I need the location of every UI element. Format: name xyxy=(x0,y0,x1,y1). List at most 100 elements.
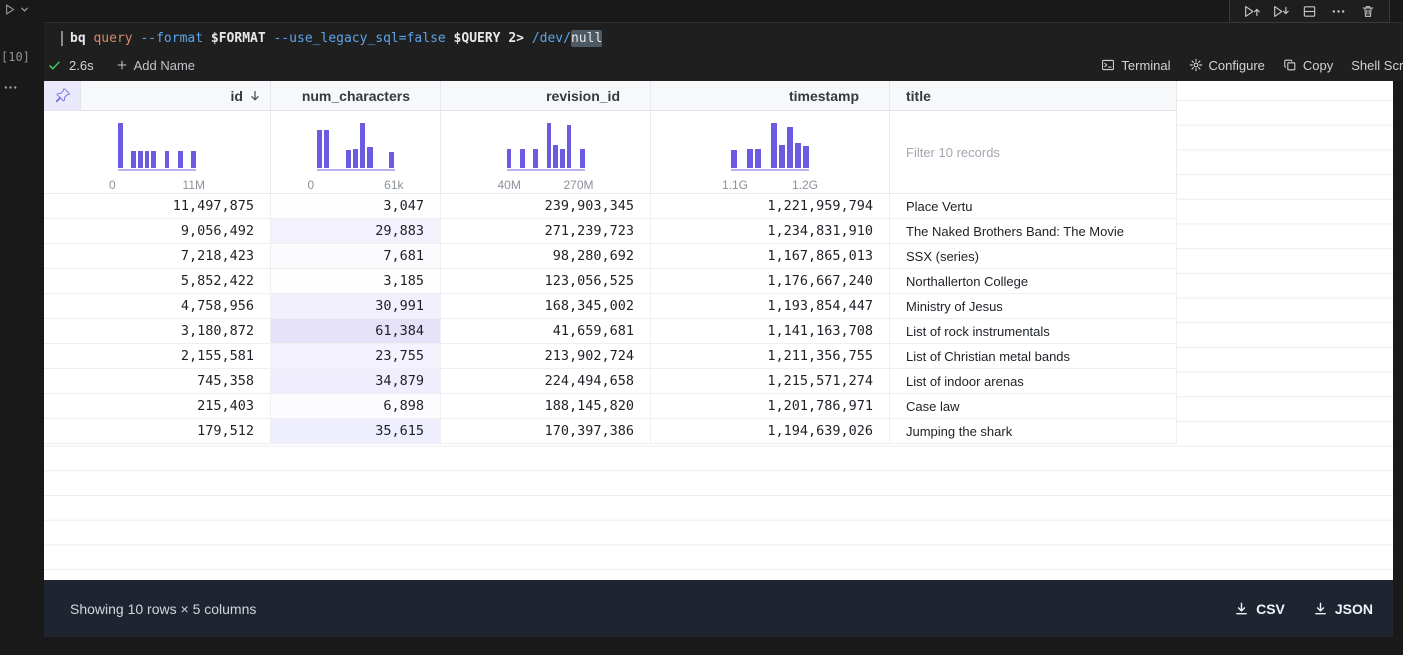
cell-timestamp: 1,194,639,026 xyxy=(651,419,890,443)
cell-title: List of indoor arenas xyxy=(890,369,1177,393)
column-header-id[interactable]: id xyxy=(81,81,271,110)
histogram-bar xyxy=(352,149,359,168)
action-label: Terminal xyxy=(1121,57,1171,73)
cell-title: List of rock instrumentals xyxy=(890,319,1177,343)
run-above-icon xyxy=(1243,4,1260,19)
cell-id: 5,852,422 xyxy=(44,269,271,293)
histogram-bar xyxy=(755,149,761,168)
run-below-button[interactable] xyxy=(1266,1,1295,22)
histogram-bar xyxy=(178,151,183,168)
table-row: 745,358 34,879 224,494,658 1,215,571,274 Lis… xyxy=(44,369,1177,394)
table-row: 5,852,422 3,185 123,056,525 1,176,667,240 No… xyxy=(44,269,1177,294)
action-shell-script[interactable]: Shell Script xyxy=(1351,58,1403,73)
histogram-num_characters: 0 61k xyxy=(308,123,404,192)
split-cell-icon xyxy=(1302,4,1317,19)
cell-title: Case law xyxy=(890,394,1177,418)
cell-num_characters: 30,991 xyxy=(271,294,441,318)
histogram-bars xyxy=(316,123,395,168)
download-csv-button[interactable]: CSV xyxy=(1234,601,1285,617)
command-token: $QUERY xyxy=(445,30,501,46)
histogram-bar xyxy=(164,151,170,168)
histogram-range-labels: 0 11M xyxy=(109,178,205,192)
histogram-bar xyxy=(771,123,777,168)
column-label: revision_id xyxy=(546,87,620,104)
code-cell: bq query --format $FORMAT --use_legacy_s… xyxy=(44,22,1403,81)
cell-title: SSX (series) xyxy=(890,244,1177,268)
download-label: JSON xyxy=(1334,600,1373,617)
filter-cell xyxy=(890,111,1177,193)
histogram-bars xyxy=(731,123,809,168)
terminal-icon xyxy=(1101,58,1115,72)
more-actions-button[interactable] xyxy=(1324,1,1353,22)
action-copy[interactable]: Copy xyxy=(1283,58,1333,73)
cell-id: 3,180,872 xyxy=(44,319,271,343)
action-label: Copy xyxy=(1302,57,1334,73)
play-icon xyxy=(3,3,16,16)
table-row: 7,218,423 7,681 98,280,692 1,167,865,013 SSX… xyxy=(44,244,1177,269)
cell-revision_id: 213,902,724 xyxy=(441,344,651,368)
cell-revision_id: 123,056,525 xyxy=(441,269,651,293)
cell-title: Northallerton College xyxy=(890,269,1177,293)
cell-collapse-button[interactable] xyxy=(3,80,18,95)
histogram-bar xyxy=(191,151,197,168)
column-header-title[interactable]: title xyxy=(890,81,1177,110)
title-filter-input[interactable] xyxy=(906,144,1155,160)
table-row: 4,758,956 30,991 168,345,002 1,193,854,447 M… xyxy=(44,294,1177,319)
action-terminal[interactable]: Terminal xyxy=(1101,57,1171,73)
column-label: id xyxy=(230,87,243,104)
pin-column-button[interactable] xyxy=(44,81,81,110)
action-configure[interactable]: Configure xyxy=(1189,58,1265,73)
cell-num_characters: 6,898 xyxy=(271,394,441,418)
table-row: 2,155,581 23,755 213,902,724 1,211,356,755 L… xyxy=(44,344,1177,369)
delete-cell-button[interactable] xyxy=(1353,1,1382,22)
results-output: id num_characters revision_id timestamp titl… xyxy=(44,81,1393,580)
histogram-bar xyxy=(553,145,558,168)
command-token: $FORMAT xyxy=(203,30,266,46)
cell-id: 215,403 xyxy=(44,394,271,418)
cell-id: 745,358 xyxy=(44,369,271,393)
histogram-min-label: 1.1G xyxy=(722,178,749,192)
download-json-button[interactable]: JSON xyxy=(1313,601,1373,617)
results-table: id num_characters revision_id timestamp titl… xyxy=(44,81,1177,444)
command-token: query xyxy=(85,30,133,46)
cell-num_characters: 3,047 xyxy=(271,194,441,218)
column-label: timestamp xyxy=(788,87,859,104)
cell-num_characters: 23,755 xyxy=(271,344,441,368)
column-header-num_characters[interactable]: num_characters xyxy=(271,81,441,110)
histogram-bar xyxy=(367,147,373,168)
shell-command: bq query --format $FORMAT --use_legacy_s… xyxy=(70,29,603,47)
notebook-page: [10] bq query --format $FORMAT --use_leg… xyxy=(0,0,1403,655)
command-line[interactable]: bq query --format $FORMAT --use_legacy_s… xyxy=(61,29,603,47)
histogram-baseline xyxy=(316,169,395,171)
command-token: --format xyxy=(132,30,204,46)
histogram-min-label: 0 xyxy=(109,178,116,192)
histogram-max-label: 11M xyxy=(182,178,205,192)
cell-revision_id: 239,903,345 xyxy=(441,194,651,218)
add-name-button[interactable]: Add Name xyxy=(116,58,195,73)
cell-revision_id: 170,397,386 xyxy=(441,419,651,443)
delete-cell-icon xyxy=(1361,4,1375,19)
histogram-bar xyxy=(118,123,123,168)
histogram-timestamp: 1.1G 1.2G xyxy=(722,123,818,192)
histogram-bar xyxy=(144,151,150,168)
run-above-button[interactable] xyxy=(1237,1,1266,22)
column-header-revision_id[interactable]: revision_id xyxy=(441,81,651,110)
cell-num_characters: 3,185 xyxy=(271,269,441,293)
cell-revision_id: 188,145,820 xyxy=(441,394,651,418)
histogram-bar xyxy=(559,149,565,168)
column-header-timestamp[interactable]: timestamp xyxy=(651,81,890,110)
text-cursor xyxy=(61,30,63,46)
histogram-bar xyxy=(389,152,395,168)
split-cell-button[interactable] xyxy=(1295,1,1324,22)
command-token: bq xyxy=(70,30,86,46)
column-summary-row: 0 11M 0 61k 40M 270M 1.1G 1.2G xyxy=(44,111,1177,194)
execution-count: [10] xyxy=(1,50,30,64)
histogram-bar xyxy=(566,125,572,168)
histogram-baseline xyxy=(506,169,585,171)
table-row: 9,056,492 29,883 271,239,723 1,234,831,910 T… xyxy=(44,219,1177,244)
cell-title: Place Vertu xyxy=(890,194,1177,218)
run-cell-button[interactable] xyxy=(3,3,29,16)
histogram-bar xyxy=(151,151,157,168)
histogram-bar xyxy=(345,150,351,168)
column-label: title xyxy=(906,87,931,104)
